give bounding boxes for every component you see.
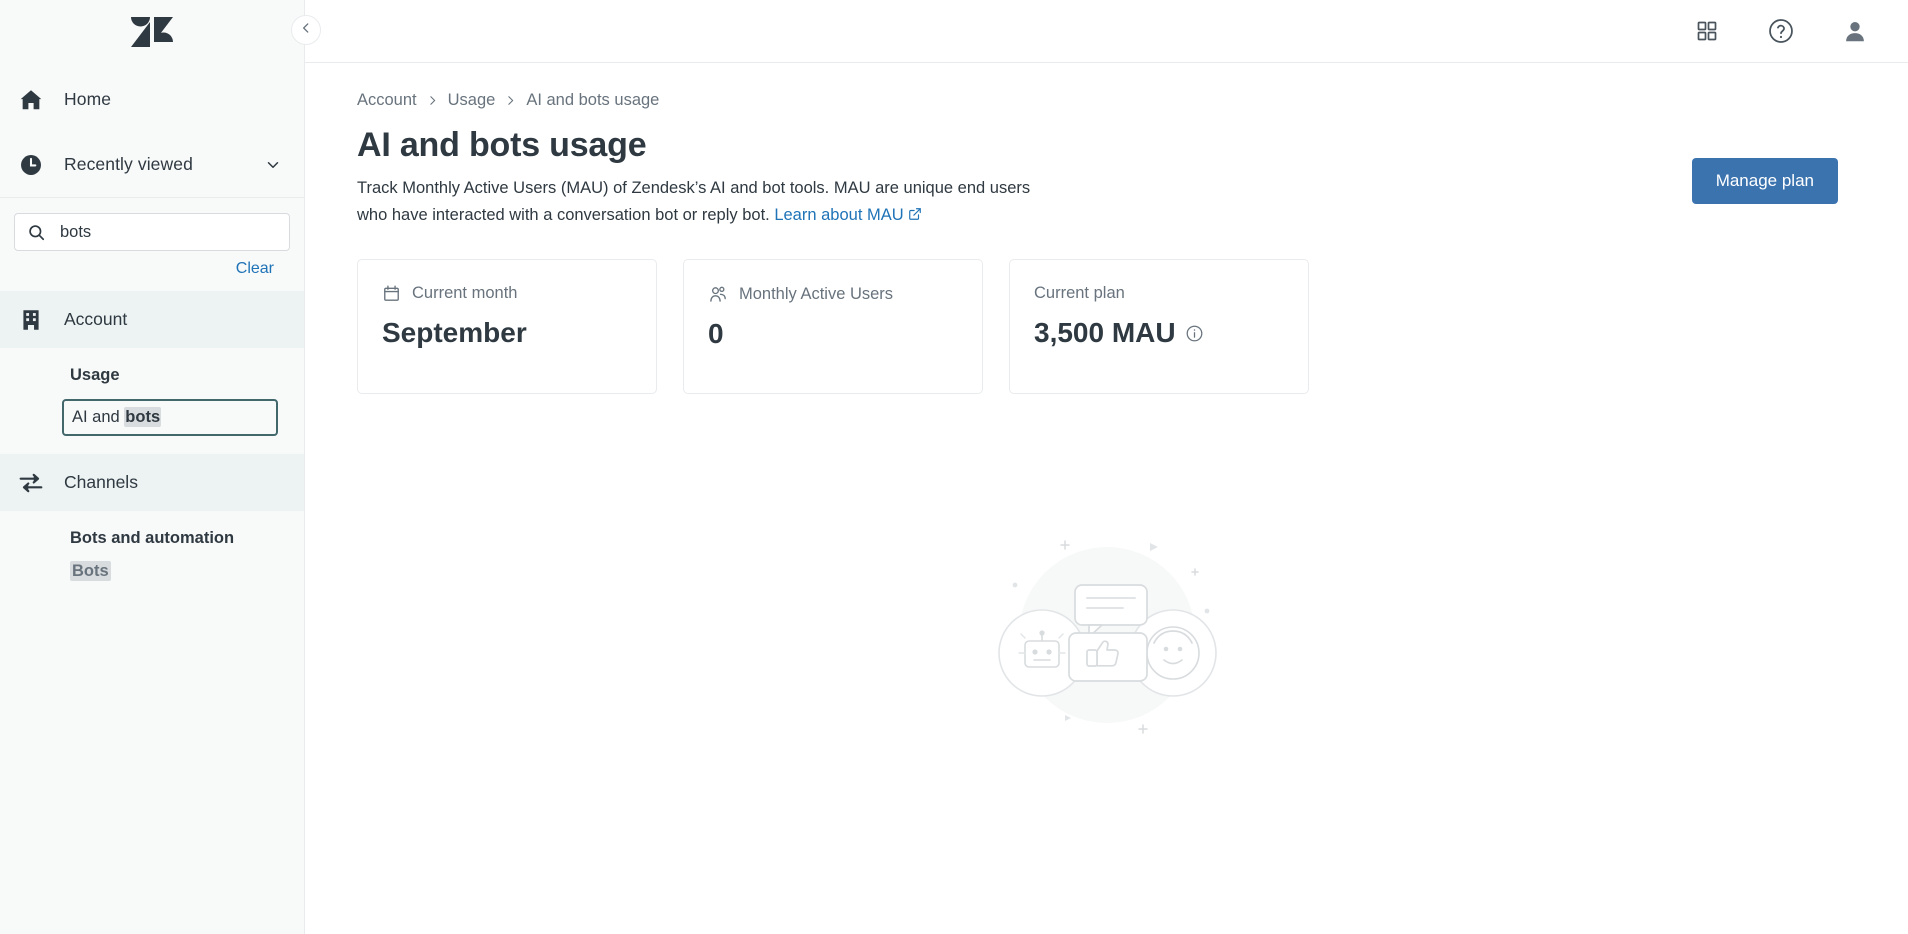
breadcrumb: Account Usage AI and bots usage: [357, 91, 1908, 110]
calendar-icon: [382, 284, 401, 303]
stat-card-monthly-active-users: Monthly Active Users 0: [683, 259, 983, 395]
breadcrumb-item-account[interactable]: Account: [357, 91, 417, 110]
clear-search-link[interactable]: Clear: [236, 260, 274, 278]
sidebar-item-label: Recently viewed: [64, 154, 193, 174]
breadcrumb-item-usage[interactable]: Usage: [448, 91, 496, 110]
sidebar-search-area: Clear: [0, 198, 304, 291]
clock-icon: [16, 150, 46, 180]
card-value: 0: [708, 318, 724, 350]
sidebar-subsection-usage: Usage AI and bots: [0, 348, 304, 454]
card-header: Current month: [382, 284, 632, 303]
brand-area: [0, 0, 304, 63]
card-label: Current plan: [1034, 284, 1125, 303]
sidebar-item-channels[interactable]: Channels: [0, 454, 304, 511]
learn-about-mau-link[interactable]: Learn about MAU: [774, 206, 921, 224]
card-label: Current month: [412, 284, 518, 303]
stat-card-current-plan: Current plan 3,500 MAU: [1009, 259, 1309, 395]
chevron-right-icon: [504, 94, 517, 107]
external-link-icon: [908, 203, 922, 230]
sidebar-item-home[interactable]: Home: [0, 67, 304, 132]
apps-grid-icon[interactable]: [1684, 8, 1730, 54]
sidebar-section-label: Channels: [64, 472, 138, 492]
breadcrumb-item-current: AI and bots usage: [526, 91, 660, 109]
description-text: Track Monthly Active Users (MAU) of Zend…: [357, 179, 1031, 224]
chevron-down-icon[interactable]: [264, 156, 282, 174]
chevron-left-icon: [299, 21, 313, 40]
card-value-row: 3,500 MAU: [1034, 317, 1284, 349]
sidebar-item-label-prefix: AI and: [72, 408, 125, 426]
sidebar-item-label: Home: [64, 89, 112, 109]
search-box[interactable]: [14, 213, 290, 251]
search-match-highlight: Bots: [70, 561, 111, 581]
sidebar-subsection-bots-automation: Bots and automation Bots: [0, 511, 304, 599]
card-value: September: [382, 317, 527, 349]
sidebar-nav-top: Home Recently viewed: [0, 63, 304, 197]
home-icon: [16, 85, 46, 115]
sidebar-subsection-title: Usage: [70, 366, 120, 384]
sidebar-collapse-button[interactable]: [291, 15, 321, 45]
sidebar-item-recently-viewed[interactable]: Recently viewed: [0, 132, 304, 197]
search-icon: [27, 223, 46, 242]
card-value: 3,500 MAU: [1034, 317, 1176, 349]
sidebar-subsection-title: Bots and automation: [70, 529, 235, 547]
manage-plan-button[interactable]: Manage plan: [1691, 158, 1838, 204]
sidebar-item-ai-and-bots[interactable]: AI and bots: [62, 399, 278, 436]
help-circle-icon[interactable]: [1758, 8, 1804, 54]
transfer-arrows-icon: [16, 468, 46, 498]
sidebar-section-label: Account: [64, 309, 128, 329]
sidebar-item-bots[interactable]: Bots: [0, 561, 304, 581]
people-icon: [708, 284, 728, 304]
zendesk-logo: [131, 15, 173, 49]
empty-state-illustration: [305, 503, 1908, 753]
clear-row: Clear: [14, 251, 290, 291]
page-description: Track Monthly Active Users (MAU) of Zend…: [357, 175, 1057, 229]
card-label: Monthly Active Users: [739, 284, 894, 303]
search-input[interactable]: [58, 221, 277, 243]
stat-cards: Current month September Monthly Active U…: [357, 259, 1908, 395]
card-header: Current plan: [1034, 284, 1284, 303]
user-avatar-icon[interactable]: [1832, 8, 1878, 54]
info-circle-icon[interactable]: [1185, 324, 1204, 343]
building-icon: [16, 305, 46, 335]
chevron-right-icon: [426, 94, 439, 107]
search-match-highlight: bots: [124, 407, 162, 427]
stat-card-current-month: Current month September: [357, 259, 657, 395]
link-label: Learn about MAU: [774, 205, 904, 224]
topbar: [305, 0, 1908, 63]
card-header: Monthly Active Users: [708, 284, 958, 304]
page-title: AI and bots usage: [357, 126, 647, 164]
app-root: Home Recently viewed bots Clear Account …: [0, 0, 1908, 934]
main-area: Account Usage AI and bots usage AI and b…: [305, 0, 1908, 934]
sidebar-item-account[interactable]: Account: [0, 291, 304, 348]
page-content: Account Usage AI and bots usage AI and b…: [305, 63, 1908, 934]
sidebar: Home Recently viewed bots Clear Account …: [0, 0, 321, 934]
